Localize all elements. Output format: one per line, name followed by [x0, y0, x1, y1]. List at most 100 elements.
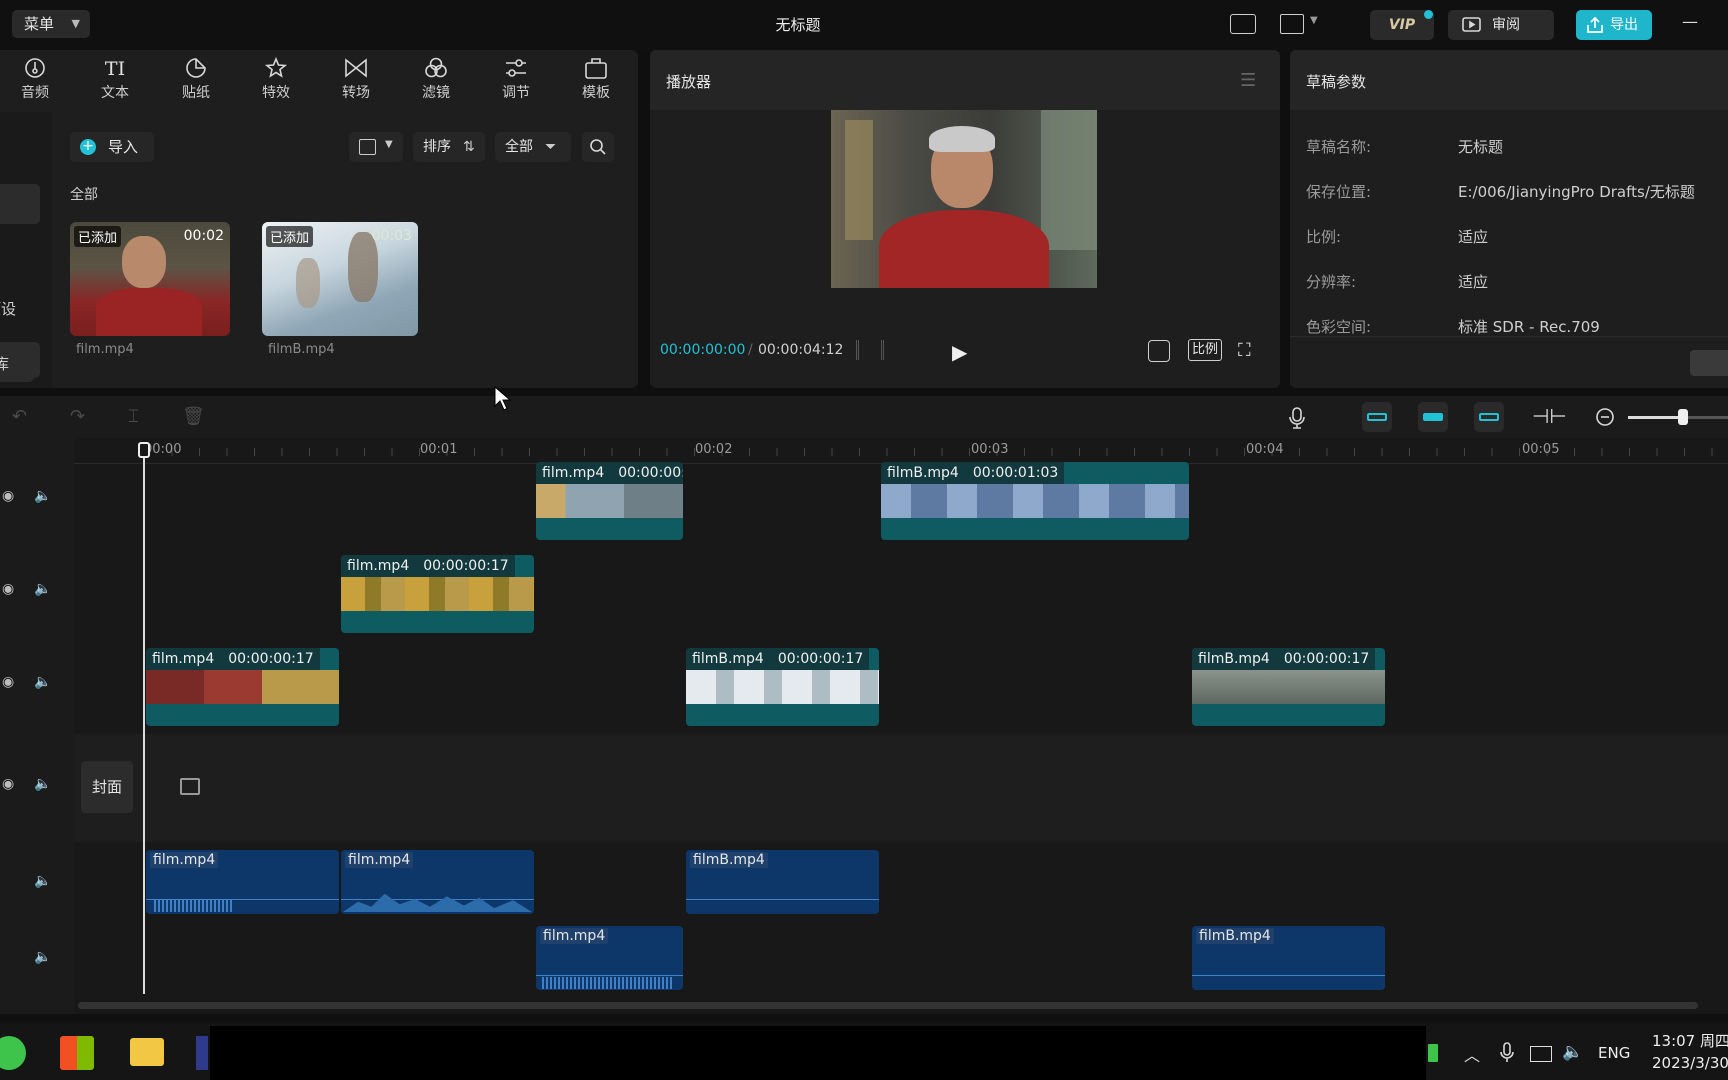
clock-date[interactable]: 2023/3/30: [1652, 1054, 1728, 1072]
waveform-toggle-icon[interactable]: [856, 340, 884, 360]
browser-icon[interactable]: [0, 1036, 26, 1070]
prop-value: 适应: [1458, 228, 1489, 246]
export-button[interactable]: 导出: [1576, 10, 1652, 40]
zoom-slider-knob[interactable]: [1678, 409, 1688, 425]
chevron-up-icon[interactable]: ︿: [1464, 1042, 1480, 1066]
video-clip[interactable]: filmB.mp4 00:00:01:03: [881, 462, 1189, 540]
nav-item-active[interactable]: [0, 184, 40, 224]
linkage-icon[interactable]: [1474, 402, 1504, 432]
split-icon[interactable]: ⌶: [128, 406, 139, 427]
current-time: 00:00:00:00: [660, 342, 746, 358]
network-icon[interactable]: [1530, 1046, 1552, 1062]
volume-icon[interactable]: 🔈: [34, 949, 51, 965]
undo-icon[interactable]: ↶: [12, 406, 27, 427]
microphone-icon[interactable]: [1287, 406, 1307, 430]
time-ruler: 00:00 00:01 00:02 00:03 00:04 00:05: [74, 438, 1728, 464]
thumbnail-surfer-2: [296, 258, 320, 308]
language-indicator[interactable]: ENG: [1598, 1044, 1630, 1062]
media-item-filmB[interactable]: 已添加 00:03: [262, 222, 418, 336]
volume-icon[interactable]: 🔈: [34, 776, 51, 792]
ratio-button[interactable]: 比例: [1188, 339, 1222, 361]
clock-time[interactable]: 13:07 周四: [1652, 1030, 1728, 1051]
clip-label: film.mp4 00:00:00:1: [536, 462, 683, 484]
duration-label: 00:03: [371, 228, 412, 244]
audio-clip[interactable]: film.mp4: [536, 926, 683, 990]
shortcut-keyboard-icon[interactable]: [1230, 14, 1256, 34]
track-controls: ◉ 🔈: [0, 776, 70, 806]
mouse-cursor-icon: [494, 386, 512, 411]
auto-snap-icon[interactable]: [1418, 402, 1448, 432]
nav-item-3[interactable]: 库: [0, 346, 34, 382]
video-clip[interactable]: film.mp4 00:00:00:17: [341, 555, 534, 633]
review-label: 审阅: [1492, 17, 1520, 33]
search-button[interactable]: [582, 132, 614, 162]
tab-text[interactable]: TI 文本: [85, 56, 145, 106]
prop-value: 适应: [1458, 273, 1489, 291]
tab-sticker[interactable]: 贴纸: [166, 56, 226, 106]
video-clip[interactable]: filmB.mp4 00:00:00:17: [1192, 648, 1385, 726]
added-badge: 已添加: [74, 226, 122, 247]
magnet-main-track-icon[interactable]: [1362, 402, 1392, 432]
layout-icon[interactable]: [1280, 14, 1304, 34]
sort-icon: ⇅: [463, 139, 475, 155]
tab-effects[interactable]: 特效: [246, 56, 306, 106]
audio-clip[interactable]: film.mp4: [146, 850, 339, 914]
view-mode-button[interactable]: ▼: [349, 132, 403, 162]
battery-icon: [1428, 1044, 1438, 1062]
store-icon[interactable]: [60, 1036, 94, 1070]
volume-icon[interactable]: 🔈: [34, 581, 51, 597]
tool-tabs: 音频 TI 文本 贴纸 特效 转场 滤镜 调节 模板: [0, 50, 638, 112]
tab-adjust[interactable]: 调节: [486, 56, 546, 106]
modify-button[interactable]: [1690, 350, 1728, 376]
volume-icon[interactable]: 🔈: [34, 488, 51, 504]
app-icon[interactable]: [196, 1036, 208, 1070]
clip-name: filmB.mp4: [1198, 651, 1270, 667]
timeline-scrollbar[interactable]: [78, 1002, 1698, 1009]
volume-icon[interactable]: 🔈: [34, 873, 51, 889]
eye-icon[interactable]: ◉: [2, 488, 14, 504]
delete-icon[interactable]: 🗑: [182, 406, 205, 427]
tab-template[interactable]: 模板: [566, 56, 626, 106]
audio-clip[interactable]: filmB.mp4: [686, 850, 879, 914]
video-clip[interactable]: film.mp4 00:00:00:1: [536, 462, 683, 540]
file-explorer-icon[interactable]: [130, 1038, 164, 1066]
playhead-handle[interactable]: [138, 442, 150, 458]
audio-clip[interactable]: filmB.mp4: [1192, 926, 1385, 990]
sort-button[interactable]: 排序 ⇅: [413, 132, 485, 162]
layout-chevron-icon[interactable]: ▼: [1310, 15, 1318, 26]
eye-icon[interactable]: ◉: [2, 674, 14, 690]
eye-icon[interactable]: ◉: [2, 581, 14, 597]
redo-icon[interactable]: ↷: [70, 406, 85, 427]
audio-clip[interactable]: film.mp4: [341, 850, 534, 914]
review-button[interactable]: 审阅: [1448, 10, 1554, 40]
zoom-out-icon[interactable]: [1595, 407, 1615, 427]
volume-icon[interactable]: 🔈: [34, 674, 51, 690]
microphone-tray-icon[interactable]: [1500, 1042, 1514, 1064]
zoom-slider-fill: [1628, 416, 1683, 419]
video-clip[interactable]: film.mp4 00:00:00:17: [146, 648, 339, 726]
grid-icon: [359, 139, 376, 155]
zoom-slider[interactable]: [1628, 409, 1728, 425]
preview-person-shirt: [879, 210, 1049, 288]
player-menu-icon[interactable]: ☰: [1240, 70, 1256, 91]
video-clip[interactable]: filmB.mp4 00:00:00:17: [686, 648, 879, 726]
import-button[interactable]: + 导入: [70, 132, 154, 162]
volume-tray-icon[interactable]: 🔈: [1562, 1042, 1583, 1062]
tab-audio[interactable]: 音频: [5, 56, 65, 106]
filter-button[interactable]: 全部 ⏷: [495, 132, 571, 162]
clip-name: film.mp4: [540, 928, 609, 944]
eye-icon[interactable]: ◉: [2, 776, 14, 792]
tab-filter[interactable]: 滤镜: [406, 56, 466, 106]
play-button[interactable]: ▶: [952, 340, 967, 364]
tab-label: 调节: [502, 85, 530, 101]
playhead[interactable]: [143, 442, 145, 994]
media-item-film[interactable]: 已添加 00:02: [70, 222, 230, 336]
nav-item-presets[interactable]: 预设: [0, 298, 16, 319]
thumbnail-shirt: [96, 288, 202, 336]
tab-transition[interactable]: 转场: [326, 56, 386, 106]
fullscreen-icon[interactable]: ⛶: [1238, 340, 1251, 361]
preview-axis-icon[interactable]: ⊣⊢: [1532, 404, 1567, 428]
minimize-button[interactable]: —: [1682, 12, 1698, 31]
fit-view-icon[interactable]: [1148, 340, 1170, 362]
cover-button[interactable]: 封面: [81, 761, 133, 813]
